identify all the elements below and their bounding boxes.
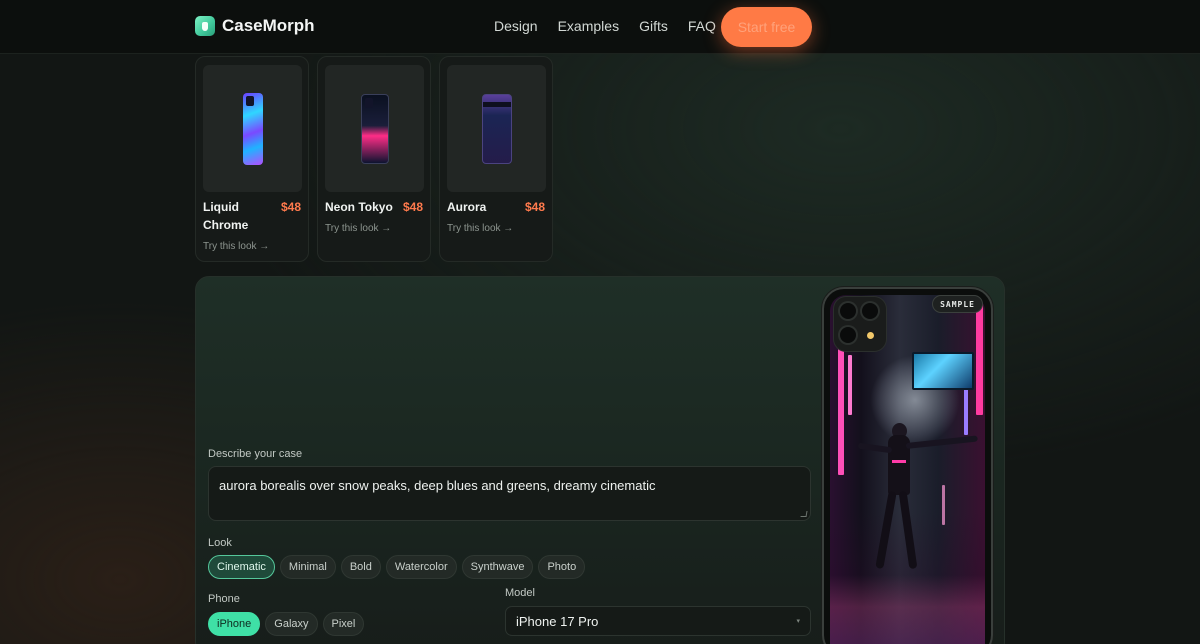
nav-link-examples[interactable]: Examples — [558, 18, 619, 34]
look-chip-photo[interactable]: Photo — [538, 555, 586, 579]
try-look-link[interactable]: Try this look → — [203, 241, 269, 252]
look-chips: Cinematic Minimal Bold Watercolor Synthw… — [208, 555, 586, 579]
look-chip-watercolor[interactable]: Watercolor — [385, 555, 457, 579]
model-select-value: iPhone 17 Pro — [516, 613, 599, 629]
product-image — [447, 65, 546, 192]
brand-name: CaseMorph — [222, 16, 315, 35]
product-card-aurora[interactable]: Aurora $48 Try this look → — [439, 56, 553, 262]
model-select[interactable]: iPhone 17 Pro ▾ — [505, 606, 811, 636]
phone-chips: iPhone Galaxy Pixel — [208, 612, 365, 636]
try-look-link[interactable]: Try this look → — [447, 223, 513, 234]
prompt-label: Describe your case — [208, 448, 303, 460]
sample-badge: SAMPLE — [932, 295, 983, 313]
nav-link-gifts[interactable]: Gifts — [639, 18, 668, 34]
product-price: $48 — [524, 200, 545, 214]
phone-case-illustration — [360, 93, 389, 164]
product-price: $48 — [402, 200, 423, 214]
phone-case-illustration — [242, 92, 263, 165]
brand[interactable]: CaseMorph — [195, 16, 315, 36]
look-label: Look — [208, 537, 232, 549]
product-image — [203, 65, 302, 192]
product-name: Aurora — [447, 200, 487, 214]
phone-chip-galaxy[interactable]: Galaxy — [265, 612, 318, 636]
camera-module-icon — [834, 297, 886, 351]
phone-label: Phone — [208, 593, 240, 605]
product-card-liquid-chrome[interactable]: Liquid Chrome $48 Try this look → — [195, 56, 309, 262]
product-cards: Liquid Chrome $48 Try this look → Neon T… — [195, 56, 553, 262]
start-free-button[interactable]: Start free — [721, 7, 812, 47]
look-chip-cinematic[interactable]: Cinematic — [208, 555, 275, 579]
main-nav: Design Examples Gifts FAQ — [494, 18, 716, 34]
nav-link-faq[interactable]: FAQ — [688, 18, 716, 34]
resize-grip-icon[interactable] — [800, 511, 808, 517]
chevron-down-icon: ▾ — [796, 618, 800, 625]
sample-phone-preview: SAMPLE — [822, 287, 993, 644]
prompt-text: aurora borealis over snow peaks, deep bl… — [219, 478, 656, 493]
product-card-neon-tokyo[interactable]: Neon Tokyo $48 Try this look → — [317, 56, 431, 262]
look-chip-synthwave[interactable]: Synthwave — [461, 555, 534, 579]
look-chip-minimal[interactable]: Minimal — [279, 555, 336, 579]
product-price: $48 — [280, 200, 301, 214]
phone-chip-pixel[interactable]: Pixel — [322, 612, 365, 636]
try-look-link[interactable]: Try this look → — [325, 223, 391, 234]
phone-chip-iphone[interactable]: iPhone — [208, 612, 261, 636]
model-label: Model — [505, 587, 535, 599]
product-name: Neon Tokyo — [325, 200, 393, 214]
casemorph-logo-icon — [195, 16, 215, 36]
look-chip-bold[interactable]: Bold — [340, 555, 381, 579]
prompt-textarea[interactable]: aurora borealis over snow peaks, deep bl… — [208, 466, 811, 521]
product-name: Liquid Chrome — [203, 200, 249, 232]
phone-case-illustration — [481, 93, 512, 164]
product-image — [325, 65, 424, 192]
nav-link-design[interactable]: Design — [494, 18, 538, 34]
site-header: CaseMorph Design Examples Gifts FAQ Star… — [0, 0, 1200, 54]
